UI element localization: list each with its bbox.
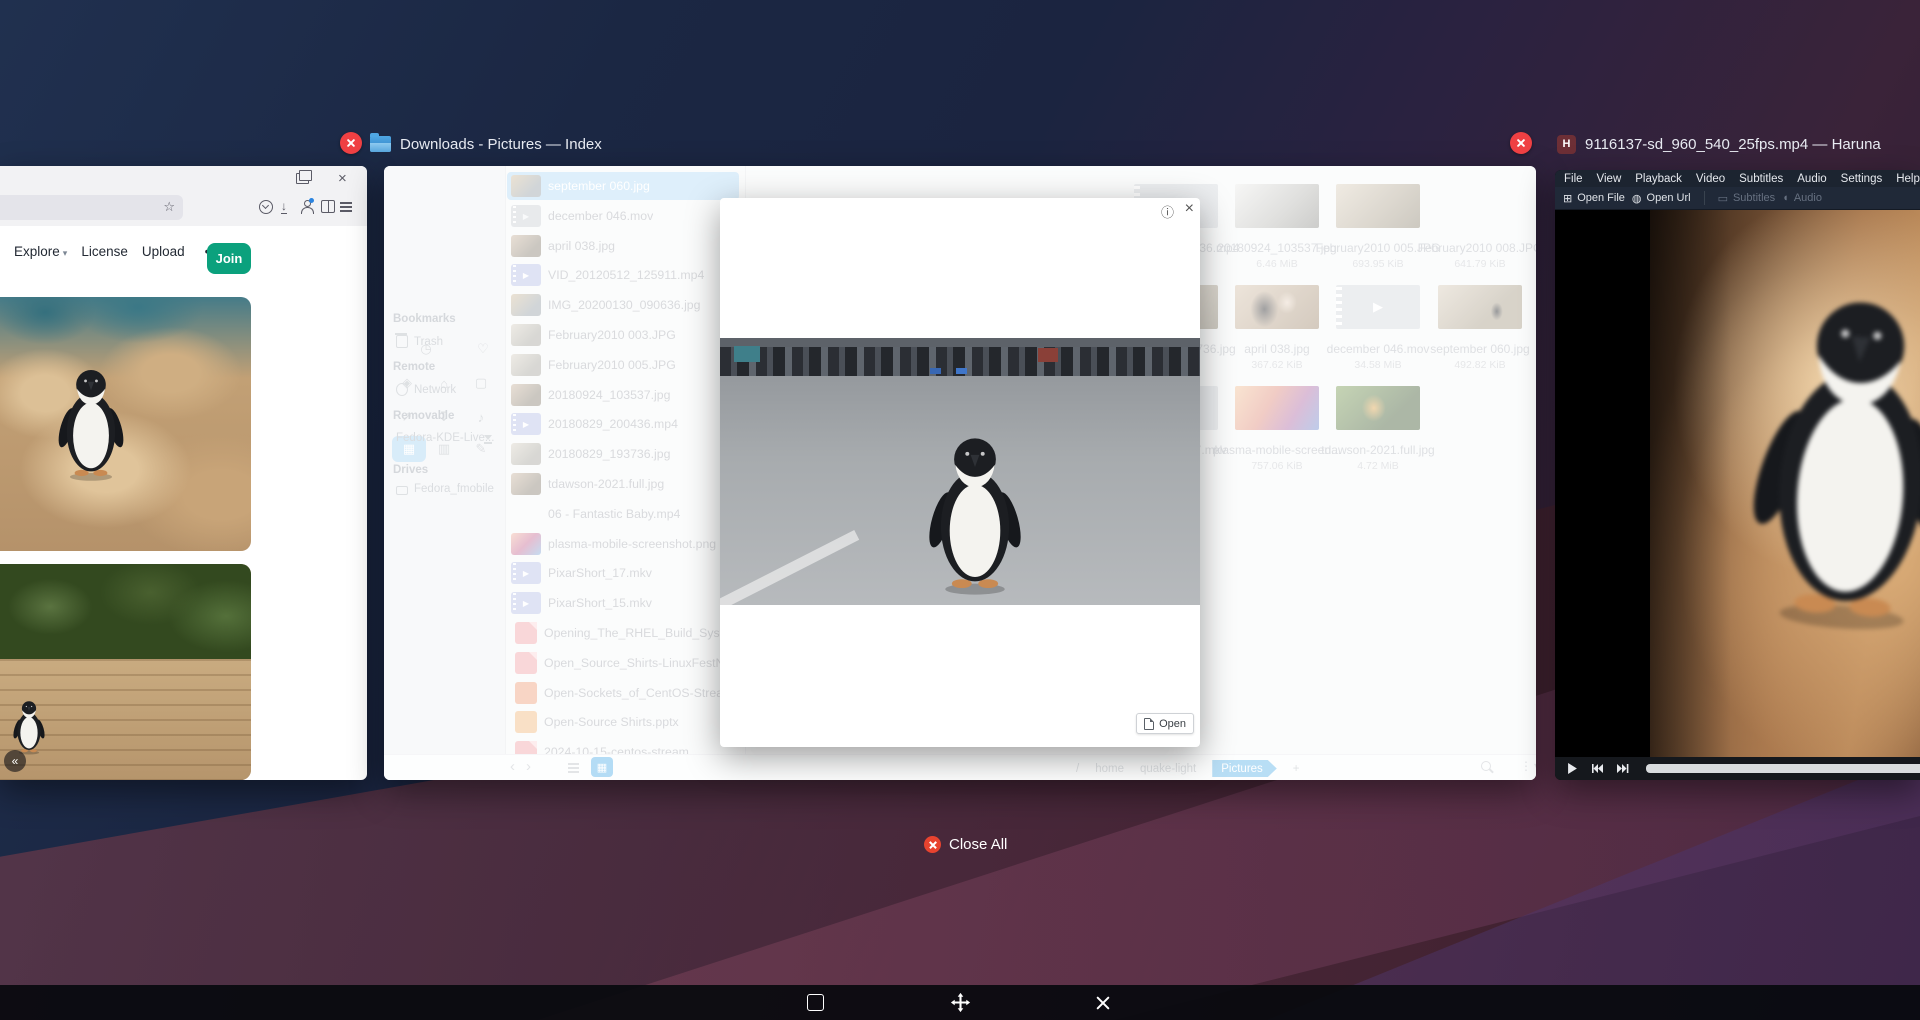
- menu-item-file[interactable]: File: [1564, 173, 1583, 185]
- close-all-button[interactable]: Close All: [924, 836, 1007, 853]
- photo-card-penguin[interactable]: [0, 297, 251, 551]
- haruna-window-title-text: 9116137-sd_960_540_25fps.mp4 — Haruna: [1585, 136, 1881, 153]
- foliage: [0, 564, 251, 659]
- close-all-icon: [924, 836, 941, 853]
- nav-license[interactable]: License: [81, 244, 128, 259]
- overview-close-window-button[interactable]: [1510, 132, 1532, 154]
- toolbar-button-label: Open File: [1577, 192, 1625, 204]
- url-bar[interactable]: ☆: [0, 195, 183, 220]
- menu-item-settings[interactable]: Settings: [1841, 173, 1883, 185]
- folder-icon: [370, 136, 391, 152]
- haruna-window-title: H 9116137-sd_960_540_25fps.mp4 — Haruna: [1557, 132, 1881, 156]
- preview-photo: [720, 338, 1200, 605]
- play-icon[interactable]: [1567, 763, 1578, 774]
- menu-item-view[interactable]: View: [1597, 173, 1622, 185]
- join-button[interactable]: Join: [207, 243, 251, 274]
- files-window-title-text: Downloads - Pictures — Index: [400, 136, 602, 153]
- photo-card-rocks[interactable]: «: [0, 564, 251, 780]
- menu-item-audio[interactable]: Audio: [1797, 173, 1826, 185]
- video-frame: [1650, 210, 1920, 759]
- haruna-menubar: File View Playback Video Subtitles Audio Setti…: [1555, 170, 1920, 187]
- video-area[interactable]: [1555, 210, 1920, 759]
- haruna-app-icon: H: [1557, 135, 1576, 154]
- next-icon[interactable]: [1616, 764, 1630, 773]
- toolbar-button-label: Open Url: [1647, 192, 1691, 204]
- account-badge: [309, 198, 314, 203]
- image-preview-dialog: ⓘ × Open: [720, 198, 1200, 747]
- close-icon[interactable]: ×: [1185, 200, 1194, 218]
- browser-window[interactable]: × ☆ ↓ Explore▾ License Upload ••• Join «: [0, 166, 367, 780]
- toolbar-button-open-url[interactable]: ◍ Open Url: [1632, 192, 1691, 205]
- nav-upload[interactable]: Upload: [142, 244, 185, 259]
- close-window-icon[interactable]: ×: [338, 173, 347, 184]
- road-marking: [720, 530, 859, 605]
- previous-icon[interactable]: [1590, 764, 1604, 773]
- blue-shoe: [956, 368, 967, 374]
- crowd-band: [720, 338, 1200, 376]
- haruna-toolbar: ⊞ Open File ◍ Open Url ▭ Subtitles ◖ Audio: [1555, 187, 1920, 210]
- nav-explore[interactable]: Explore▾: [14, 244, 67, 259]
- menu-item-playback[interactable]: Playback: [1635, 173, 1682, 185]
- prev-photo-icon[interactable]: «: [4, 750, 26, 772]
- toolbar-button-open-file[interactable]: ⊞ Open File: [1563, 192, 1625, 205]
- toolbar-separator: [1704, 191, 1705, 205]
- open-file-icon: ⊞: [1563, 192, 1572, 205]
- penguin-video: [1725, 262, 1920, 645]
- files-window-title: Downloads - Pictures — Index: [370, 132, 602, 156]
- windows-view-icon[interactable]: [807, 994, 824, 1011]
- blue-shoe: [930, 368, 941, 374]
- sidebar-icon[interactable]: [321, 200, 335, 213]
- menu-item-subtitles[interactable]: Subtitles: [1739, 173, 1783, 185]
- desktop-grid-icon[interactable]: [950, 992, 971, 1018]
- toolbar-button-audio: ◖ Audio: [1782, 192, 1822, 204]
- overview-bottombar: [0, 985, 1920, 1020]
- overview-close-window-button[interactable]: [340, 132, 362, 154]
- penguin-photo: [10, 696, 48, 756]
- haruna-window[interactable]: File View Playback Video Subtitles Audio Setti…: [1555, 170, 1920, 780]
- penguin-photo: [920, 423, 1030, 599]
- close-overview-icon[interactable]: [1094, 994, 1111, 1011]
- document-icon: [1144, 718, 1154, 730]
- globe-icon: ◍: [1632, 192, 1642, 205]
- pocket-icon[interactable]: [259, 200, 273, 214]
- bookmark-star-icon[interactable]: ☆: [163, 199, 175, 215]
- browser-toolbar: × ☆ ↓: [0, 166, 367, 227]
- toolbar-button-label: Audio: [1794, 192, 1822, 204]
- menu-icon[interactable]: [340, 202, 352, 204]
- chevron-down-icon: ▾: [63, 248, 68, 258]
- info-icon[interactable]: ⓘ: [1161, 202, 1174, 221]
- menu-item-video[interactable]: Video: [1696, 173, 1725, 185]
- subtitles-icon: ▭: [1718, 192, 1728, 205]
- speaker-icon: ◖: [1782, 192, 1789, 204]
- penguin-photo: [52, 359, 130, 484]
- playback-controls: [1555, 757, 1920, 780]
- pexels-nav: Explore▾ License Upload •••: [0, 226, 367, 276]
- menu-item-help[interactable]: Help: [1896, 173, 1920, 185]
- toolbar-button-label: Subtitles: [1733, 192, 1775, 204]
- crowd-detail: [1038, 348, 1058, 362]
- restore-window-icon[interactable]: [296, 173, 309, 184]
- seek-bar[interactable]: [1646, 764, 1920, 773]
- download-icon[interactable]: ↓: [281, 200, 287, 214]
- open-button[interactable]: Open: [1136, 713, 1194, 734]
- toolbar-button-subtitles: ▭ Subtitles: [1718, 192, 1776, 205]
- crowd-detail: [734, 346, 760, 362]
